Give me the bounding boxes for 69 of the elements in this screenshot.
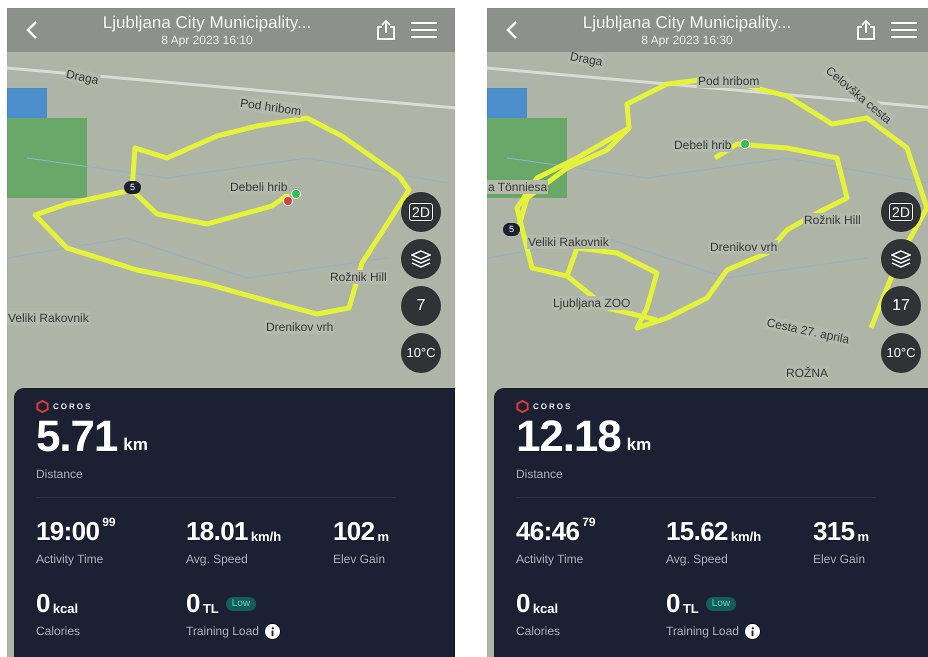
layers-icon bbox=[411, 250, 431, 268]
layers-icon bbox=[891, 250, 911, 268]
stat-unit: m bbox=[377, 530, 389, 543]
logo-icon bbox=[36, 400, 49, 413]
map-label: a Tönniesa bbox=[487, 180, 548, 194]
map-label: Rožnik Hill bbox=[329, 270, 388, 284]
distance-unit: km bbox=[123, 434, 148, 456]
stat-unit: TL bbox=[202, 602, 219, 615]
back-icon[interactable] bbox=[25, 20, 39, 40]
stat-unit: m bbox=[857, 530, 869, 543]
stat-value: 0 bbox=[666, 590, 680, 616]
stat-value: 0 bbox=[36, 590, 50, 616]
distance-label: Distance bbox=[516, 466, 564, 483]
back-icon[interactable] bbox=[505, 20, 519, 40]
stat-label: Training Load bbox=[666, 623, 739, 640]
map-label: Rožnik Hill bbox=[803, 213, 862, 227]
distance-value: 5.71 bbox=[36, 415, 118, 459]
activity-date: 8 Apr 2023 16:10 bbox=[161, 33, 253, 47]
stat-label: Training Load bbox=[186, 623, 259, 640]
stat-label: Calories bbox=[36, 623, 80, 640]
map-label: Debeli hrib bbox=[673, 138, 732, 152]
map-label: Veliki Rakovnik bbox=[527, 235, 610, 249]
share-icon[interactable] bbox=[375, 19, 397, 41]
stat-value: 15.62 bbox=[666, 518, 728, 544]
load-badge: Low bbox=[226, 597, 256, 611]
activity-title: Ljubljana City Municipality... bbox=[582, 13, 792, 33]
map-area[interactable] bbox=[7, 8, 455, 657]
load-badge: Low bbox=[706, 597, 736, 611]
brand-logo: COROS bbox=[53, 402, 92, 410]
stat-unit: km/h bbox=[730, 530, 762, 543]
stat-fraction: 99 bbox=[102, 516, 116, 528]
map-label: Drenikov vrh bbox=[265, 320, 334, 334]
stat-unit: kcal bbox=[532, 602, 558, 615]
share-icon[interactable] bbox=[855, 19, 877, 41]
stat-label: Activity Time bbox=[36, 551, 104, 568]
stat-unit: TL bbox=[682, 602, 699, 615]
activity-date: 8 Apr 2023 16:30 bbox=[641, 33, 733, 47]
activity-title: Ljubljana City Municipality... bbox=[102, 13, 312, 33]
stat-label: Calories bbox=[516, 623, 560, 640]
info-icon[interactable] bbox=[744, 624, 760, 638]
map-label: Drenikov vrh bbox=[709, 240, 778, 254]
stat-label: Activity Time bbox=[516, 551, 584, 568]
stat-label: Avg. Speed bbox=[666, 551, 728, 568]
map-label: Ljubljana ZOO bbox=[552, 296, 632, 310]
logo-icon bbox=[516, 400, 529, 413]
info-icon[interactable] bbox=[264, 624, 280, 638]
stat-label: Elev Gain bbox=[333, 551, 386, 568]
stat-value: 18.01 bbox=[186, 518, 248, 544]
stat-value: 102 bbox=[333, 518, 374, 544]
stat-value: 315 bbox=[813, 518, 854, 544]
menu-icon[interactable] bbox=[891, 21, 917, 39]
map-label: Veliki Rakovnik bbox=[7, 311, 90, 325]
stat-value: 19:00 bbox=[36, 518, 100, 544]
distance-value: 12.18 bbox=[516, 415, 621, 459]
stat-value: 0 bbox=[516, 590, 530, 616]
stat-label: Elev Gain bbox=[813, 551, 866, 568]
stat-unit: kcal bbox=[52, 602, 78, 615]
stat-unit: km/h bbox=[250, 530, 282, 543]
map-label: ROŽNA bbox=[785, 366, 829, 380]
stat-fraction: 79 bbox=[582, 516, 596, 528]
stat-value: 46:46 bbox=[516, 518, 580, 544]
menu-icon[interactable] bbox=[411, 21, 437, 39]
brand-logo: COROS bbox=[533, 402, 572, 410]
map-label: Debeli hrib bbox=[229, 180, 288, 194]
distance-unit: km bbox=[626, 434, 652, 456]
stat-label: Avg. Speed bbox=[186, 551, 248, 568]
stat-value: 0 bbox=[186, 590, 200, 616]
map-label: Pod hribom bbox=[697, 74, 760, 88]
distance-label: Distance bbox=[36, 466, 84, 483]
